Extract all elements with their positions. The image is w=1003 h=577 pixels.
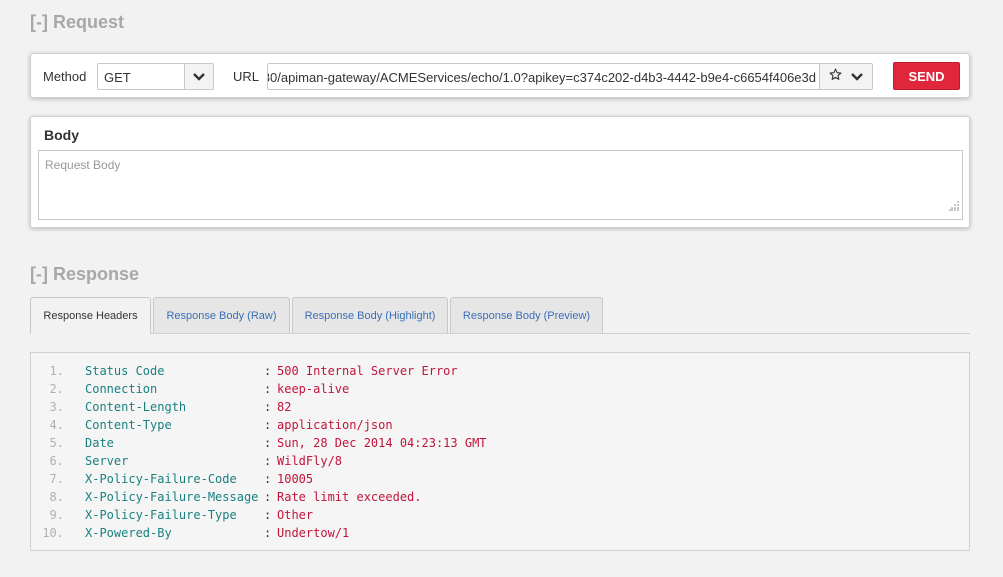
header-value: Rate limit exceeded. <box>277 490 422 504</box>
request-section-title[interactable]: [-] Request <box>30 12 124 33</box>
header-value: Other <box>277 508 314 522</box>
header-separator: : <box>264 490 272 504</box>
tab-response-body-raw[interactable]: Response Body (Raw) <box>153 297 290 333</box>
header-separator: : <box>264 364 272 378</box>
header-value: WildFly/8 <box>277 454 343 468</box>
line-number: 7. <box>49 472 64 486</box>
body-panel: Body Request Body <box>30 116 970 228</box>
header-key: X-Policy-Failure-Message <box>85 490 259 504</box>
header-separator: : <box>264 436 272 450</box>
request-body-textarea[interactable]: Request Body <box>38 150 963 220</box>
resize-grip-icon[interactable] <box>949 198 959 216</box>
header-key: Content-Length <box>85 400 187 414</box>
header-key: Server <box>85 454 129 468</box>
header-value: application/json <box>277 418 393 432</box>
header-separator: : <box>264 418 272 432</box>
line-number: 6. <box>49 454 64 468</box>
body-placeholder: Request Body <box>45 158 121 172</box>
method-value: GET <box>104 70 131 85</box>
header-key: X-Powered-By <box>85 526 172 540</box>
header-value: Undertow/1 <box>277 526 350 540</box>
header-value: 500 Internal Server Error <box>277 364 458 378</box>
star-icon[interactable] <box>829 68 842 86</box>
line-number: 10. <box>42 526 64 540</box>
header-value: 82 <box>277 400 292 414</box>
chevron-down-icon[interactable] <box>184 64 213 89</box>
url-input[interactable]: 80/apiman-gateway/ACMEServices/echo/1.0?… <box>267 63 873 90</box>
header-key: Content-Type <box>85 418 172 432</box>
header-key: Connection <box>85 382 158 396</box>
body-title: Body <box>44 127 79 143</box>
header-separator: : <box>264 472 272 486</box>
line-number: 9. <box>49 508 64 522</box>
header-separator: : <box>264 400 272 414</box>
response-headers-panel: 1. Status Code:500 Internal Server Error … <box>30 352 970 551</box>
header-key: X-Policy-Failure-Code <box>85 472 237 486</box>
header-key: X-Policy-Failure-Type <box>85 508 237 522</box>
send-button[interactable]: SEND <box>893 62 960 90</box>
tab-response-body-preview[interactable]: Response Body (Preview) <box>450 297 603 333</box>
line-number: 2. <box>49 382 64 396</box>
chevron-down-icon[interactable] <box>851 68 864 86</box>
method-select[interactable]: GET <box>97 63 214 90</box>
line-number: 4. <box>49 418 64 432</box>
tab-response-headers[interactable]: Response Headers <box>30 297 151 334</box>
tab-response-body-highlight[interactable]: Response Body (Highlight) <box>292 297 448 333</box>
response-section-title[interactable]: [-] Response <box>30 264 139 285</box>
line-number: 3. <box>49 400 64 414</box>
url-label: URL <box>233 69 260 84</box>
url-value: 80/apiman-gateway/ACMEServices/echo/1.0?… <box>267 70 816 85</box>
response-tabs: Response Headers Response Body (Raw) Res… <box>30 297 970 334</box>
line-number: 1. <box>49 364 64 378</box>
header-value: Sun, 28 Dec 2014 04:23:13 GMT <box>277 436 487 450</box>
method-label: Method <box>43 69 87 84</box>
line-number: 8. <box>49 490 64 504</box>
header-separator: : <box>264 508 272 522</box>
header-value: 10005 <box>277 472 314 486</box>
header-separator: : <box>264 526 272 540</box>
header-value: keep-alive <box>277 382 350 396</box>
header-separator: : <box>264 382 272 396</box>
line-number: 5. <box>49 436 64 450</box>
header-separator: : <box>264 454 272 468</box>
header-key: Date <box>85 436 114 450</box>
request-bar: Method GET URL 80/apiman-gateway/ACMESer… <box>30 53 970 98</box>
url-actions <box>819 64 872 89</box>
header-key: Status Code <box>85 364 165 378</box>
